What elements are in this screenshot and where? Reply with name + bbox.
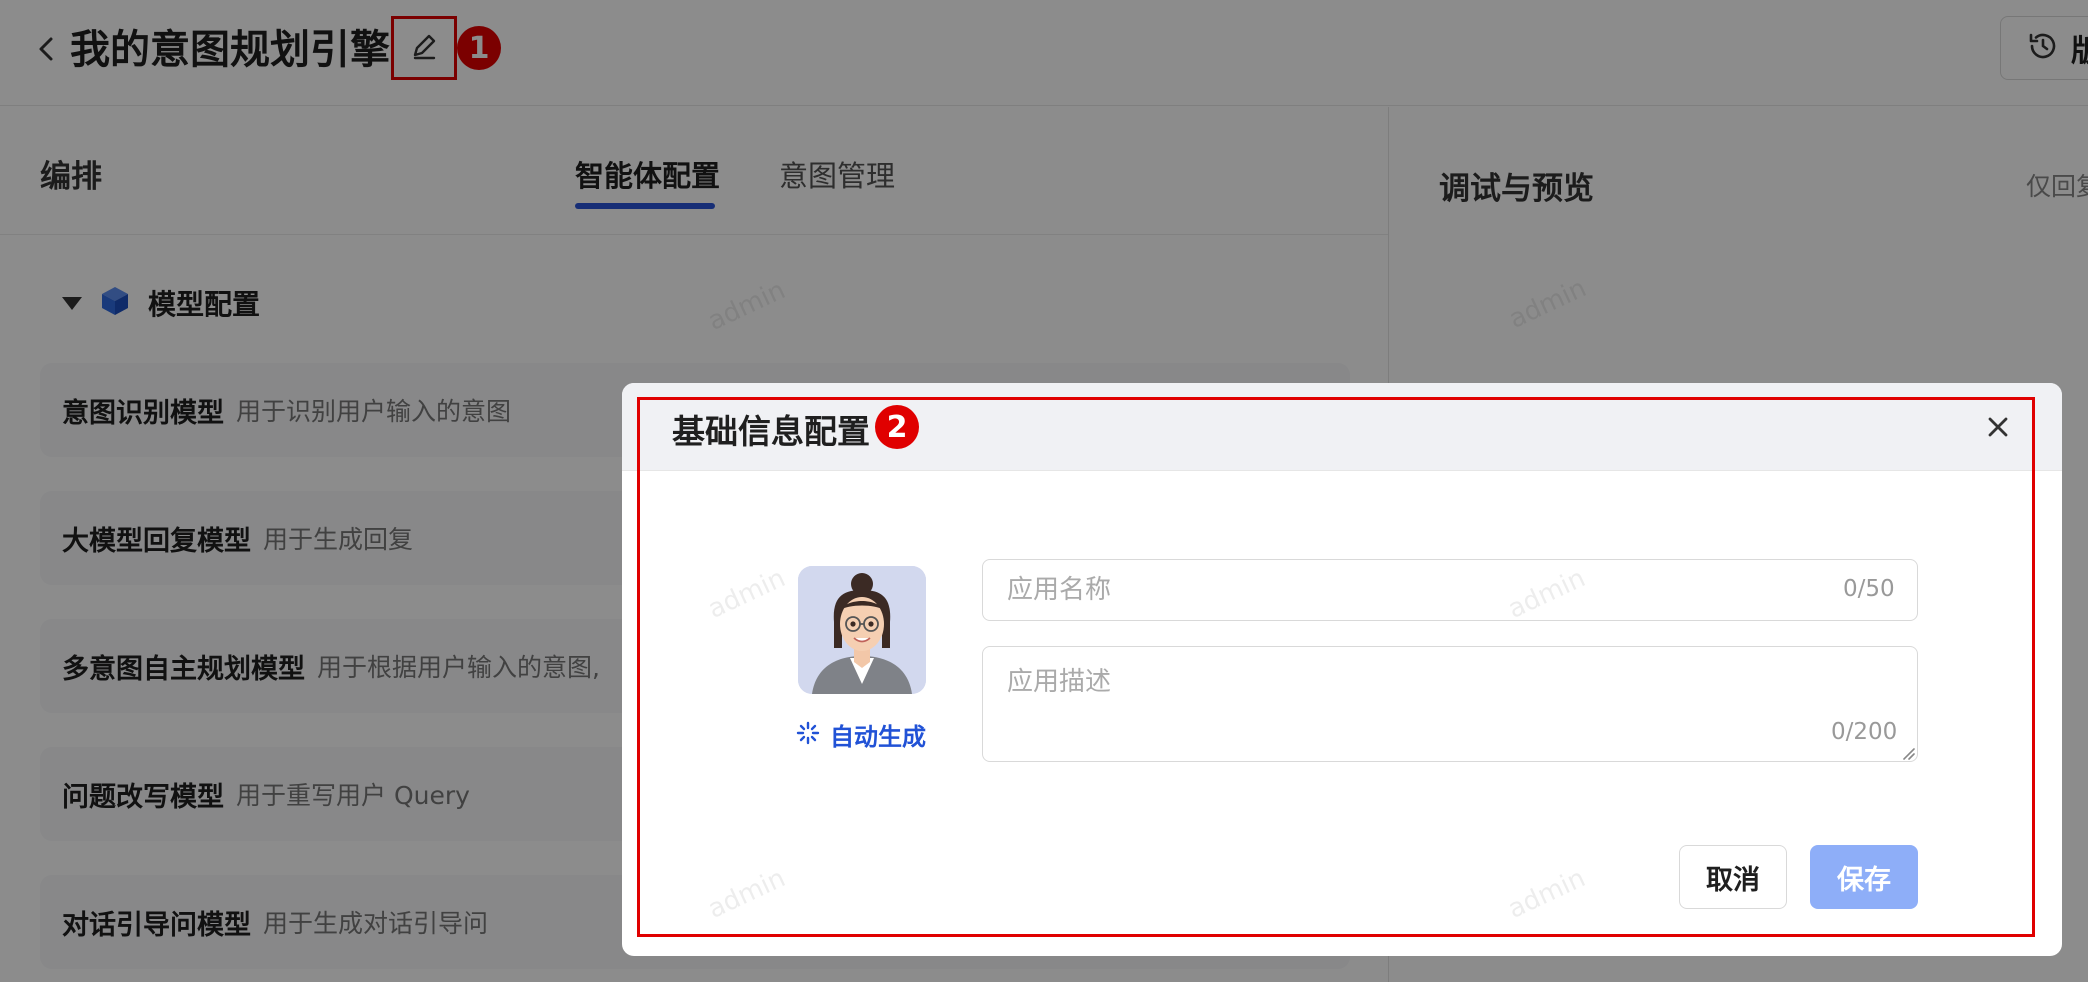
avatar-illustration: [798, 566, 926, 694]
annotation-marker-2: 2: [875, 405, 919, 449]
dialog-title: 基础信息配置: [672, 412, 870, 451]
app-name-field: 0/50: [982, 559, 1918, 621]
app-description-input[interactable]: [983, 647, 1913, 757]
close-button[interactable]: [1980, 411, 2016, 447]
auto-generate-label: 自动生成: [830, 723, 926, 751]
resize-grip-icon[interactable]: [1901, 745, 1915, 760]
cancel-button[interactable]: 取消: [1679, 845, 1787, 909]
save-button[interactable]: 保存: [1810, 845, 1918, 909]
auto-generate-button[interactable]: 自动生成: [796, 717, 926, 752]
watermark: admin: [1503, 863, 1590, 925]
close-icon: [1987, 416, 2009, 442]
app-name-input[interactable]: [983, 560, 1823, 620]
app-avatar[interactable]: [798, 566, 926, 694]
app-name-counter: 0/50: [1843, 576, 1895, 602]
watermark: admin: [703, 563, 790, 625]
app-description-counter: 0/200: [1831, 719, 1898, 745]
app-description-field: 0/200: [982, 646, 1918, 762]
dialog-header: 基础信息配置 2: [622, 383, 2062, 471]
sparkle-icon: [796, 721, 820, 749]
watermark: admin: [703, 863, 790, 925]
basic-info-dialog: 基础信息配置 2 自动生成 应用名称 0/50 应用描述 0/200 取消 保存…: [622, 383, 2062, 956]
